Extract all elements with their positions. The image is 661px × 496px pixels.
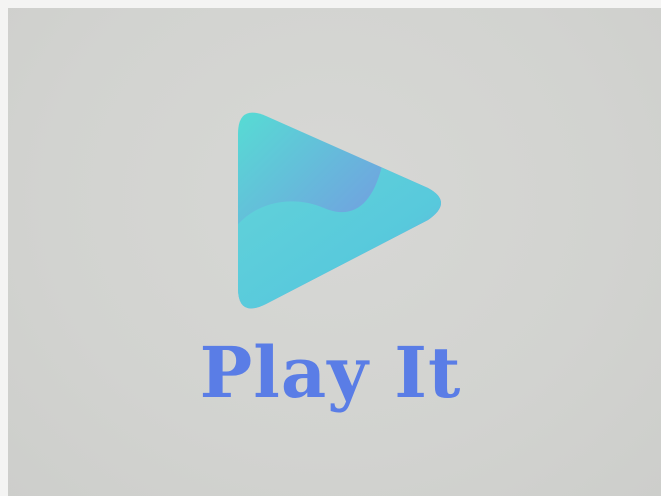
app-name-wordmark: Play It xyxy=(199,331,462,414)
left-border xyxy=(0,0,8,496)
logo-canvas: Play It xyxy=(0,0,661,496)
top-border xyxy=(0,0,661,8)
play-triangle-icon xyxy=(238,112,441,309)
